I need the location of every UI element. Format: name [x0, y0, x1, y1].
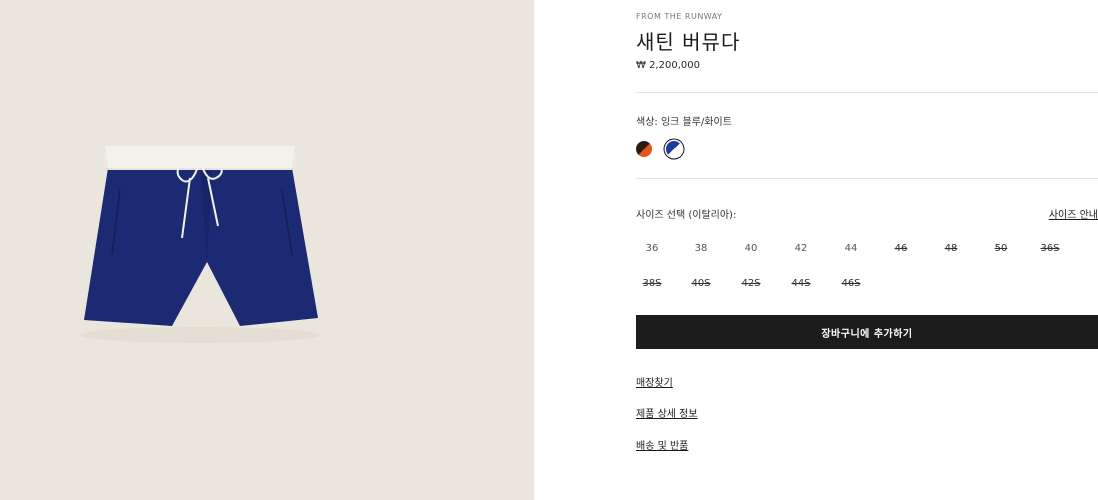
size-option-42[interactable]: 42	[785, 236, 817, 262]
product-image[interactable]	[0, 0, 534, 500]
size-option-36s[interactable]: 36S	[1034, 236, 1066, 262]
shipping-returns-link[interactable]: 배송 및 반품	[636, 437, 688, 452]
size-option-50[interactable]: 50	[985, 236, 1017, 262]
size-guide-link[interactable]: 사이즈 안내	[1049, 206, 1098, 221]
add-to-cart-button[interactable]: 장바구니에 추가하기	[636, 315, 1098, 349]
size-option-44s[interactable]: 44S	[785, 271, 817, 297]
size-option-46[interactable]: 46	[885, 236, 917, 262]
size-option-38[interactable]: 38	[685, 236, 717, 262]
find-store-link[interactable]: 매장찾기	[636, 374, 673, 389]
size-option-40[interactable]: 40	[735, 236, 767, 262]
product-title: 새틴 버뮤다	[636, 30, 741, 54]
divider	[636, 178, 1098, 179]
size-option-46s[interactable]: 46S	[835, 271, 867, 297]
divider	[636, 92, 1098, 93]
size-option-48[interactable]: 48	[935, 236, 967, 262]
swatch-dark-orange[interactable]	[636, 141, 652, 157]
size-select-label: 사이즈 선택 (이탈리아):	[636, 210, 737, 221]
color-label: 색상: 잉크 블루/화이트	[636, 117, 732, 128]
size-option-40s[interactable]: 40S	[685, 271, 717, 297]
product-info-panel: FROM THE RUNWAY 새틴 버뮤다 ₩ 2,200,000 색상: 잉…	[636, 0, 1098, 500]
size-option-36[interactable]: 36	[636, 236, 668, 262]
size-option-42s[interactable]: 42S	[735, 271, 767, 297]
product-price: ₩ 2,200,000	[636, 60, 700, 71]
size-option-44[interactable]: 44	[835, 236, 867, 262]
swatch-ink-blue-white[interactable]	[666, 141, 682, 157]
collection-label: FROM THE RUNWAY	[636, 12, 723, 21]
product-details-link[interactable]: 제품 상세 정보	[636, 405, 698, 420]
size-option-38s[interactable]: 38S	[636, 271, 668, 297]
shorts-illustration	[80, 146, 320, 343]
